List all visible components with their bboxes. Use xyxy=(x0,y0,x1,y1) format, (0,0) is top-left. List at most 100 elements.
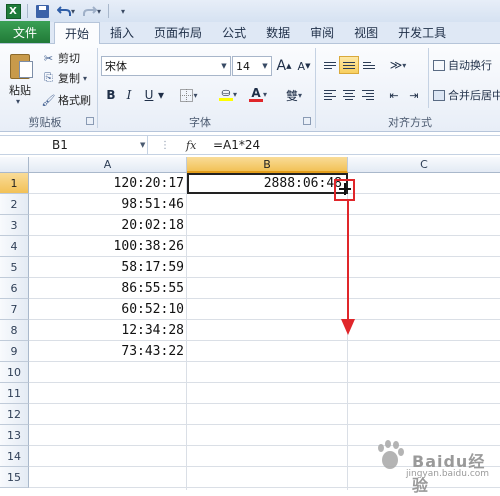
row-header[interactable]: 9 xyxy=(0,341,29,362)
row-header[interactable]: 10 xyxy=(0,362,29,383)
fill-cross-cursor-icon xyxy=(339,183,351,195)
row-header[interactable]: 1 xyxy=(0,173,29,194)
group-divider xyxy=(315,48,316,128)
formula-bar-grip-icon[interactable]: ⋮ xyxy=(160,137,170,154)
paste-label[interactable]: 粘贴 xyxy=(9,82,31,98)
cell-a7[interactable]: 60:52:10 xyxy=(29,299,186,320)
decrease-indent-button[interactable]: ⇤ xyxy=(386,86,402,104)
tab-review[interactable]: 审阅 xyxy=(300,22,344,43)
row-header[interactable]: 12 xyxy=(0,404,29,425)
row-header[interactable]: 13 xyxy=(0,425,29,446)
row-header[interactable]: 4 xyxy=(0,236,29,257)
borders-button[interactable]: ▾ xyxy=(178,86,200,104)
wrap-text-button[interactable]: 自动换行 xyxy=(433,56,500,74)
paste-button[interactable] xyxy=(6,50,36,80)
select-all-button[interactable] xyxy=(0,157,29,173)
italic-button[interactable]: I xyxy=(121,86,137,104)
fill-color-button[interactable]: ⛀ ▾ xyxy=(216,85,240,103)
undo-icon[interactable]: ▾ xyxy=(54,2,78,20)
row-gridline xyxy=(29,382,500,383)
align-right-button[interactable] xyxy=(360,86,376,104)
cut-button[interactable]: ✂ 剪切 xyxy=(42,50,80,66)
paint-bucket-icon: ⛀ xyxy=(218,87,233,101)
align-bottom-button[interactable] xyxy=(361,56,377,74)
format-painter-button[interactable]: 🖌 格式刷 xyxy=(42,92,91,108)
merge-center-label: 合并后居中 xyxy=(448,89,500,102)
tab-developer[interactable]: 开发工具 xyxy=(388,22,456,43)
row-header[interactable]: 2 xyxy=(0,194,29,215)
phonetic-guide-button[interactable]: 雙 ▾ xyxy=(282,86,306,104)
tab-data[interactable]: 数据 xyxy=(256,22,300,43)
name-box[interactable]: B1 xyxy=(0,136,148,155)
tab-insert[interactable]: 插入 xyxy=(100,22,144,43)
copy-button[interactable]: ⎘ 复制 ▾ xyxy=(42,70,87,86)
save-icon[interactable] xyxy=(32,2,52,20)
column-header-b[interactable]: B xyxy=(187,157,348,173)
column-header-a[interactable]: A xyxy=(29,157,187,173)
font-color-icon: A xyxy=(248,87,263,102)
grow-font-button[interactable]: A ▲ xyxy=(276,57,292,75)
column-gridline xyxy=(186,173,187,490)
cell-a1[interactable]: 120:20:17 xyxy=(29,173,186,194)
cut-label: 剪切 xyxy=(58,52,80,65)
borders-icon xyxy=(180,88,194,102)
customize-icon[interactable]: ▾ xyxy=(113,2,133,20)
quick-access-toolbar: X ▾ ▾ ▾ xyxy=(0,0,500,22)
cell-b1[interactable]: 2888:06:48 xyxy=(187,173,344,194)
row-header[interactable]: 5 xyxy=(0,257,29,278)
row-header[interactable]: 3 xyxy=(0,215,29,236)
row-gridline xyxy=(29,424,500,425)
column-header-c[interactable]: C xyxy=(348,157,500,173)
cell-a6[interactable]: 86:55:55 xyxy=(29,278,186,299)
format-painter-label: 格式刷 xyxy=(58,94,91,107)
redo-icon[interactable]: ▾ xyxy=(80,2,104,20)
align-center-button[interactable] xyxy=(341,86,357,104)
increase-indent-button[interactable]: ⇥ xyxy=(406,86,422,104)
chevron-down-icon[interactable]: ▼ xyxy=(218,57,230,75)
align-top-icon xyxy=(324,61,336,69)
row-header[interactable]: 7 xyxy=(0,299,29,320)
row-header[interactable]: 15 xyxy=(0,467,29,488)
tab-home[interactable]: 开始 xyxy=(54,22,101,44)
group-divider xyxy=(428,48,429,108)
chevron-down-icon[interactable]: ▼ xyxy=(259,57,271,75)
orientation-button[interactable]: ≫ ▾ xyxy=(386,56,410,74)
tab-formulas[interactable]: 公式 xyxy=(212,22,256,43)
formula-input[interactable]: =A1*24 xyxy=(213,136,260,155)
font-launcher-icon[interactable] xyxy=(303,117,311,125)
row-header[interactable]: 6 xyxy=(0,278,29,299)
row-header[interactable]: 8 xyxy=(0,320,29,341)
align-top-button[interactable] xyxy=(322,56,338,74)
row-header[interactable]: 11 xyxy=(0,383,29,404)
shrink-font-button[interactable]: A ▼ xyxy=(296,57,312,75)
row-gridline xyxy=(29,403,500,404)
cell-a2[interactable]: 98:51:46 xyxy=(29,194,186,215)
scissors-icon: ✂ xyxy=(43,51,54,65)
cell-a8[interactable]: 12:34:28 xyxy=(29,320,186,341)
group-divider xyxy=(97,48,98,128)
underline-button[interactable]: U xyxy=(141,86,157,104)
name-box-dropdown-icon[interactable]: ▼ xyxy=(140,137,145,154)
font-color-button[interactable]: A ▾ xyxy=(246,85,270,103)
copy-dropdown-icon[interactable]: ▾ xyxy=(83,74,87,83)
drag-down-arrow-icon xyxy=(341,201,355,335)
tab-file[interactable]: 文件 xyxy=(0,21,51,43)
orientation-icon: ≫ xyxy=(389,58,403,72)
merge-center-button[interactable]: 合并后居中 xyxy=(433,86,500,104)
underline-dropdown-icon[interactable]: ▾ xyxy=(157,86,165,104)
align-left-button[interactable] xyxy=(322,86,338,104)
row-header[interactable]: 14 xyxy=(0,446,29,467)
cell-a9[interactable]: 73:43:22 xyxy=(29,341,186,362)
cell-a5[interactable]: 58:17:59 xyxy=(29,257,186,278)
cell-a3[interactable]: 20:02:18 xyxy=(29,215,186,236)
insert-function-button[interactable]: fx xyxy=(186,136,206,155)
font-size-combo[interactable]: 14 ▼ xyxy=(232,56,272,76)
tab-view[interactable]: 视图 xyxy=(344,22,388,43)
bold-button[interactable]: B xyxy=(103,86,119,104)
clipboard-launcher-icon[interactable] xyxy=(86,117,94,125)
tab-page-layout[interactable]: 页面布局 xyxy=(144,22,212,43)
paste-dropdown-icon[interactable]: ▾ xyxy=(16,97,20,106)
font-name-combo[interactable]: 宋体 ▼ xyxy=(101,56,231,76)
cell-a4[interactable]: 100:38:26 xyxy=(29,236,186,257)
align-middle-button[interactable] xyxy=(339,56,359,74)
